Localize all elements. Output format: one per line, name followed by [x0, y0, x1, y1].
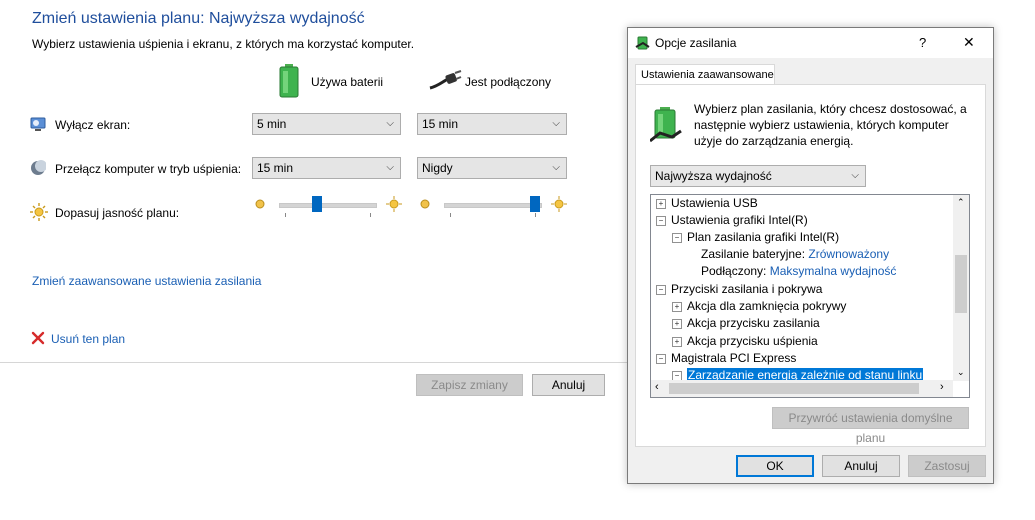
- dim-sun-icon: [419, 198, 431, 210]
- slider-tick: [285, 213, 286, 217]
- chevron-down-icon: ⌵: [851, 170, 859, 181]
- close-button[interactable]: ✕: [963, 34, 975, 51]
- power-options-dialog: Opcje zasilania ? ✕ Ustawienia zaawansow…: [627, 27, 994, 484]
- chevron-down-icon: ⌵: [552, 118, 560, 129]
- slider-tick: [450, 213, 451, 217]
- display-off-battery-select[interactable]: 5 min ⌵: [252, 113, 401, 135]
- slider-tick: [370, 213, 371, 217]
- bright-sun-icon: [551, 196, 567, 212]
- setting-value-link[interactable]: Maksymalna wydajność: [770, 264, 897, 278]
- expand-icon[interactable]: +: [672, 302, 682, 312]
- save-changes-button[interactable]: Zapisz zmiany: [416, 374, 523, 396]
- sleep-plugged-value: Nigdy: [422, 161, 453, 175]
- ok-button[interactable]: OK: [736, 455, 814, 477]
- tree-item-label: Magistrala PCI Express: [671, 351, 797, 365]
- bright-sun-icon: [386, 196, 402, 212]
- expand-icon[interactable]: +: [672, 319, 682, 329]
- collapse-icon[interactable]: −: [656, 354, 666, 364]
- tab-advanced-settings[interactable]: Ustawienia zaawansowane: [635, 64, 775, 85]
- sleep-battery-value: 15 min: [257, 161, 294, 175]
- horizontal-scrollbar[interactable]: ‹ ›: [651, 380, 953, 397]
- tree-item-pci-express[interactable]: − Magistrala PCI Express: [656, 351, 796, 365]
- sleep-battery-select[interactable]: 15 min ⌵: [252, 157, 401, 179]
- settings-tree[interactable]: + Ustawienia USB − Ustawienia grafiki Inte…: [650, 194, 970, 398]
- tree-setting-battery[interactable]: Zasilanie bateryjne: Zrównoważony: [701, 247, 889, 261]
- slider-tick: [535, 213, 536, 217]
- brightness-label: Dopasuj jasność planu:: [55, 206, 180, 220]
- tree-item-power-buttons[interactable]: − Przyciski zasilania i pokrywa: [656, 282, 822, 296]
- display-off-label: Wyłącz ekran:: [55, 118, 131, 132]
- dialog-description: Wybierz plan zasilania, który chcesz dos…: [694, 102, 967, 148]
- collapse-icon[interactable]: −: [656, 216, 666, 226]
- monitor-icon: [30, 117, 46, 131]
- plan-select-value: Najwyższa wydajność: [655, 169, 772, 183]
- expand-icon[interactable]: +: [656, 199, 666, 209]
- brightness-plugged-thumb[interactable]: [530, 196, 541, 212]
- tree-item-usb[interactable]: + Ustawienia USB: [656, 196, 758, 210]
- brightness-plugged-track[interactable]: [444, 203, 542, 208]
- tree-item-power-button-action[interactable]: + Akcja przycisku zasilania: [672, 316, 820, 330]
- advanced-settings-panel: Wybierz plan zasilania, który chcesz dos…: [635, 84, 986, 447]
- scroll-up-icon[interactable]: ⌃: [957, 197, 965, 208]
- sleep-plugged-select[interactable]: Nigdy ⌵: [417, 157, 567, 179]
- setting-key: Zasilanie bateryjne:: [701, 247, 806, 261]
- collapse-icon[interactable]: −: [672, 233, 682, 243]
- power-plan-icon: [650, 107, 682, 143]
- advanced-settings-link[interactable]: Zmień zaawansowane ustawienia zasilania: [32, 274, 261, 288]
- display-off-plugged-select[interactable]: 15 min ⌵: [417, 113, 567, 135]
- dialog-title: Opcje zasilania: [655, 36, 737, 50]
- tree-item-label: Akcja przycisku zasilania: [687, 316, 820, 330]
- chevron-down-icon: ⌵: [552, 162, 560, 173]
- dialog-titlebar: Opcje zasilania ? ✕: [628, 28, 993, 58]
- dialog-cancel-button[interactable]: Anuluj: [822, 455, 900, 477]
- plan-select[interactable]: Najwyższa wydajność ⌵: [650, 165, 866, 187]
- setting-key: Podłączony:: [701, 264, 767, 278]
- divider: [0, 362, 627, 363]
- sleep-moon-icon: [31, 160, 46, 175]
- display-off-plugged-value: 15 min: [422, 117, 459, 131]
- tree-setting-plugged[interactable]: Podłączony: Maksymalna wydajność: [701, 264, 896, 278]
- brightness-battery-thumb[interactable]: [312, 196, 323, 212]
- tree-item-label: Akcja przycisku uśpienia: [687, 334, 818, 348]
- sleep-label: Przełącz komputer w tryb uśpienia:: [55, 162, 242, 176]
- tree-item-lid-action[interactable]: + Akcja dla zamknięcia pokrywy: [672, 299, 846, 313]
- expand-icon[interactable]: +: [672, 337, 682, 347]
- scroll-right-icon[interactable]: ›: [940, 381, 944, 393]
- help-button[interactable]: ?: [919, 35, 926, 50]
- power-plug-icon: [429, 70, 462, 90]
- page-title: Zmień ustawienia planu: Najwyższa wydajn…: [32, 10, 365, 27]
- tree-item-intel-graphics[interactable]: − Ustawienia grafiki Intel(R): [656, 213, 808, 227]
- chevron-down-icon: ⌵: [386, 162, 394, 173]
- h-scroll-thumb[interactable]: [669, 383, 919, 394]
- power-options-icon: [635, 36, 650, 50]
- brightness-sun-icon: [30, 203, 48, 221]
- scroll-left-icon[interactable]: ‹: [655, 381, 659, 393]
- vertical-scrollbar[interactable]: ⌃ ⌄: [953, 195, 969, 381]
- cancel-button[interactable]: Anuluj: [532, 374, 605, 396]
- display-off-battery-value: 5 min: [257, 117, 287, 131]
- chevron-down-icon: ⌵: [386, 118, 394, 129]
- plugged-column-header: Jest podłączony: [465, 75, 552, 89]
- brightness-battery-track[interactable]: [279, 203, 377, 208]
- tree-item-label: Ustawienia USB: [671, 196, 758, 210]
- dim-sun-icon: [254, 198, 266, 210]
- tree-item-label: Przyciski zasilania i pokrywa: [671, 282, 823, 296]
- scroll-down-icon[interactable]: ⌄: [957, 367, 965, 378]
- collapse-icon[interactable]: −: [656, 285, 666, 295]
- scroll-thumb[interactable]: [955, 255, 967, 313]
- tree-item-sleep-button-action[interactable]: + Akcja przycisku uśpienia: [672, 334, 818, 348]
- tree-item-label: Plan zasilania grafiki Intel(R): [687, 230, 840, 244]
- delete-x-icon: [31, 331, 45, 345]
- tree-item-intel-power-plan[interactable]: − Plan zasilania grafiki Intel(R): [672, 230, 839, 244]
- battery-icon: [279, 64, 299, 98]
- restore-defaults-button[interactable]: Przywróć ustawienia domyślne planu: [772, 407, 969, 445]
- tree-item-label: Ustawienia grafiki Intel(R): [671, 213, 808, 227]
- apply-button[interactable]: Zastosuj: [908, 455, 986, 477]
- page-subtitle: Wybierz ustawienia uśpienia i ekranu, z …: [32, 37, 415, 51]
- setting-value-link[interactable]: Zrównoważony: [808, 247, 889, 261]
- battery-column-header: Używa baterii: [311, 75, 384, 89]
- delete-plan-link[interactable]: Usuń ten plan: [51, 332, 125, 346]
- tree-item-label: Akcja dla zamknięcia pokrywy: [687, 299, 847, 313]
